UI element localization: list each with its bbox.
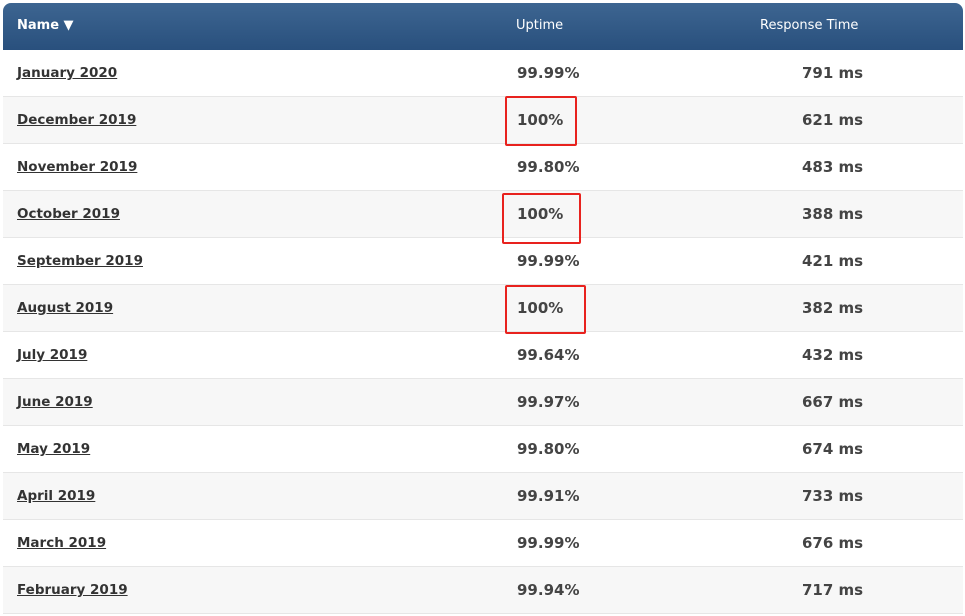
- uptime-value: 99.80%: [517, 440, 580, 458]
- table-row: July 2019 99.64% 432 ms: [3, 332, 963, 379]
- table-row: September 2019 99.99% 421 ms: [3, 238, 963, 285]
- uptime-value: 99.99%: [517, 534, 580, 552]
- uptime-value: 99.94%: [517, 581, 580, 599]
- response-time-value: 676 ms: [802, 534, 864, 552]
- month-link[interactable]: February 2019: [17, 582, 128, 598]
- highlight-box: [505, 96, 577, 146]
- response-time-value: 432 ms: [802, 346, 864, 364]
- uptime-value: 99.99%: [517, 252, 580, 270]
- uptime-value: 99.91%: [517, 487, 580, 505]
- table-row: March 2019 99.99% 676 ms: [3, 520, 963, 567]
- column-header-response-time[interactable]: Response Time: [760, 18, 858, 33]
- highlight-box: [502, 193, 581, 244]
- month-link[interactable]: August 2019: [17, 300, 113, 316]
- table-row: December 2019 100% 621 ms: [3, 96, 963, 146]
- response-time-value: 667 ms: [802, 393, 864, 411]
- table-row: January 2020 99.99% 791 ms: [3, 50, 963, 97]
- month-link[interactable]: April 2019: [17, 488, 95, 504]
- month-link[interactable]: November 2019: [17, 159, 137, 175]
- response-time-value: 674 ms: [802, 440, 864, 458]
- column-header-name[interactable]: Name ▼: [17, 18, 74, 33]
- table-row: August 2019 100% 382 ms: [3, 285, 963, 334]
- highlight-box: [505, 285, 586, 334]
- uptime-table: Name ▼ Uptime Response Time January 2020…: [3, 3, 963, 614]
- month-link[interactable]: January 2020: [17, 65, 117, 81]
- table-row: April 2019 99.91% 733 ms: [3, 473, 963, 520]
- month-link[interactable]: September 2019: [17, 253, 143, 269]
- table-row: February 2019 99.94% 717 ms: [3, 567, 963, 614]
- uptime-value: 99.80%: [517, 158, 580, 176]
- column-header-uptime[interactable]: Uptime: [516, 18, 563, 33]
- response-time-value: 388 ms: [802, 205, 864, 223]
- response-time-value: 717 ms: [802, 581, 864, 599]
- sort-descending-icon: ▼: [63, 18, 74, 33]
- month-link[interactable]: June 2019: [17, 394, 93, 410]
- response-time-value: 483 ms: [802, 158, 864, 176]
- table-row: June 2019 99.97% 667 ms: [3, 379, 963, 426]
- table-row: October 2019 100% 388 ms: [3, 191, 963, 244]
- table-header: Name ▼ Uptime Response Time: [3, 3, 963, 50]
- table-row: November 2019 99.80% 483 ms: [3, 144, 963, 191]
- month-link[interactable]: July 2019: [17, 347, 87, 363]
- response-time-value: 621 ms: [802, 111, 864, 129]
- response-time-value: 382 ms: [802, 299, 864, 317]
- month-link[interactable]: December 2019: [17, 112, 136, 128]
- uptime-value: 99.97%: [517, 393, 580, 411]
- table-body: January 2020 99.99% 791 ms December 2019 100…: [3, 50, 963, 614]
- response-time-value: 733 ms: [802, 487, 864, 505]
- table-row: May 2019 99.80% 674 ms: [3, 426, 963, 473]
- response-time-value: 421 ms: [802, 252, 864, 270]
- uptime-value: 99.99%: [517, 64, 580, 82]
- month-link[interactable]: May 2019: [17, 441, 90, 457]
- uptime-value: 99.64%: [517, 346, 580, 364]
- response-time-value: 791 ms: [802, 64, 864, 82]
- month-link[interactable]: March 2019: [17, 535, 106, 551]
- month-link[interactable]: October 2019: [17, 206, 120, 222]
- column-header-name-label: Name: [17, 18, 60, 33]
